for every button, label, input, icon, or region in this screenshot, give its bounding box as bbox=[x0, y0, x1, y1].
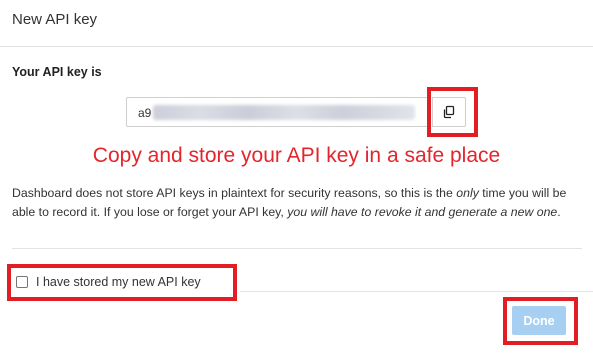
api-key-obscured-value bbox=[153, 105, 415, 120]
security-description: Dashboard does not store API keys in pla… bbox=[12, 186, 567, 219]
dialog-title: New API key bbox=[12, 11, 98, 28]
copy-icon bbox=[443, 105, 455, 119]
footer-divider bbox=[240, 291, 593, 292]
safe-storage-warning: Copy and store your API key in a safe pl… bbox=[92, 144, 501, 167]
stored-key-confirmation[interactable]: I have stored my new API key bbox=[16, 274, 201, 290]
stored-key-label[interactable]: I have stored my new API key bbox=[36, 275, 201, 289]
dialog-header: New API key bbox=[0, 0, 593, 47]
stored-key-checkbox[interactable] bbox=[16, 276, 28, 288]
done-button[interactable]: Done bbox=[512, 306, 566, 335]
api-key-field[interactable]: a9 bbox=[126, 97, 430, 127]
api-key-prefix: a9 bbox=[138, 106, 152, 120]
copy-key-button[interactable] bbox=[432, 97, 466, 127]
api-key-heading: Your API key is bbox=[12, 65, 102, 79]
new-api-key-dialog: New API key Your API key is a9 Copy and … bbox=[0, 0, 593, 362]
section-divider bbox=[12, 248, 582, 249]
